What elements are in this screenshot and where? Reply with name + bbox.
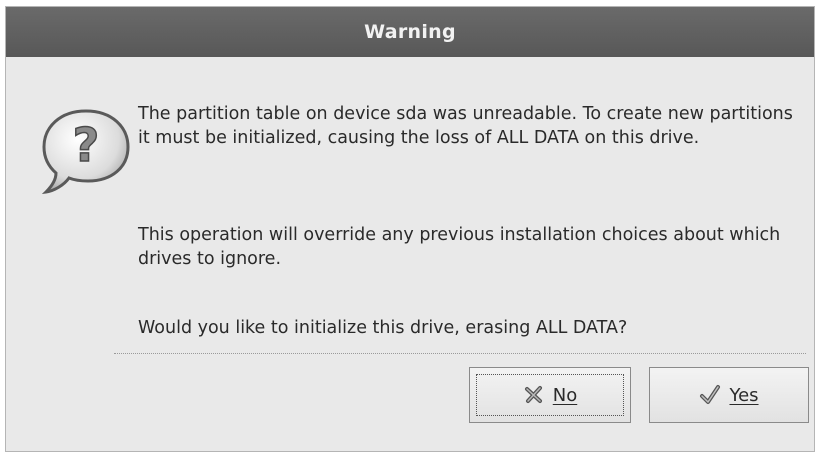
no-button[interactable]: No bbox=[469, 367, 631, 423]
message-question: Would you like to initialize this drive,… bbox=[138, 318, 628, 338]
dialog-title: Warning bbox=[364, 21, 456, 43]
message-paragraph-1: The partition table on device sda was un… bbox=[138, 104, 793, 148]
message-paragraph-2: This operation will override any previou… bbox=[138, 225, 781, 269]
dialog-titlebar[interactable]: Warning bbox=[6, 7, 814, 57]
yes-button[interactable]: Yes bbox=[649, 367, 809, 423]
yes-button-label: Yes bbox=[729, 384, 759, 406]
svg-text:?: ? bbox=[73, 118, 100, 172]
question-bubble-icon: ? bbox=[36, 103, 136, 203]
focus-indicator bbox=[476, 374, 624, 416]
checkmark-icon bbox=[699, 384, 721, 406]
button-separator bbox=[114, 353, 806, 354]
warning-dialog: Warning ? The partition table on device … bbox=[5, 6, 815, 452]
